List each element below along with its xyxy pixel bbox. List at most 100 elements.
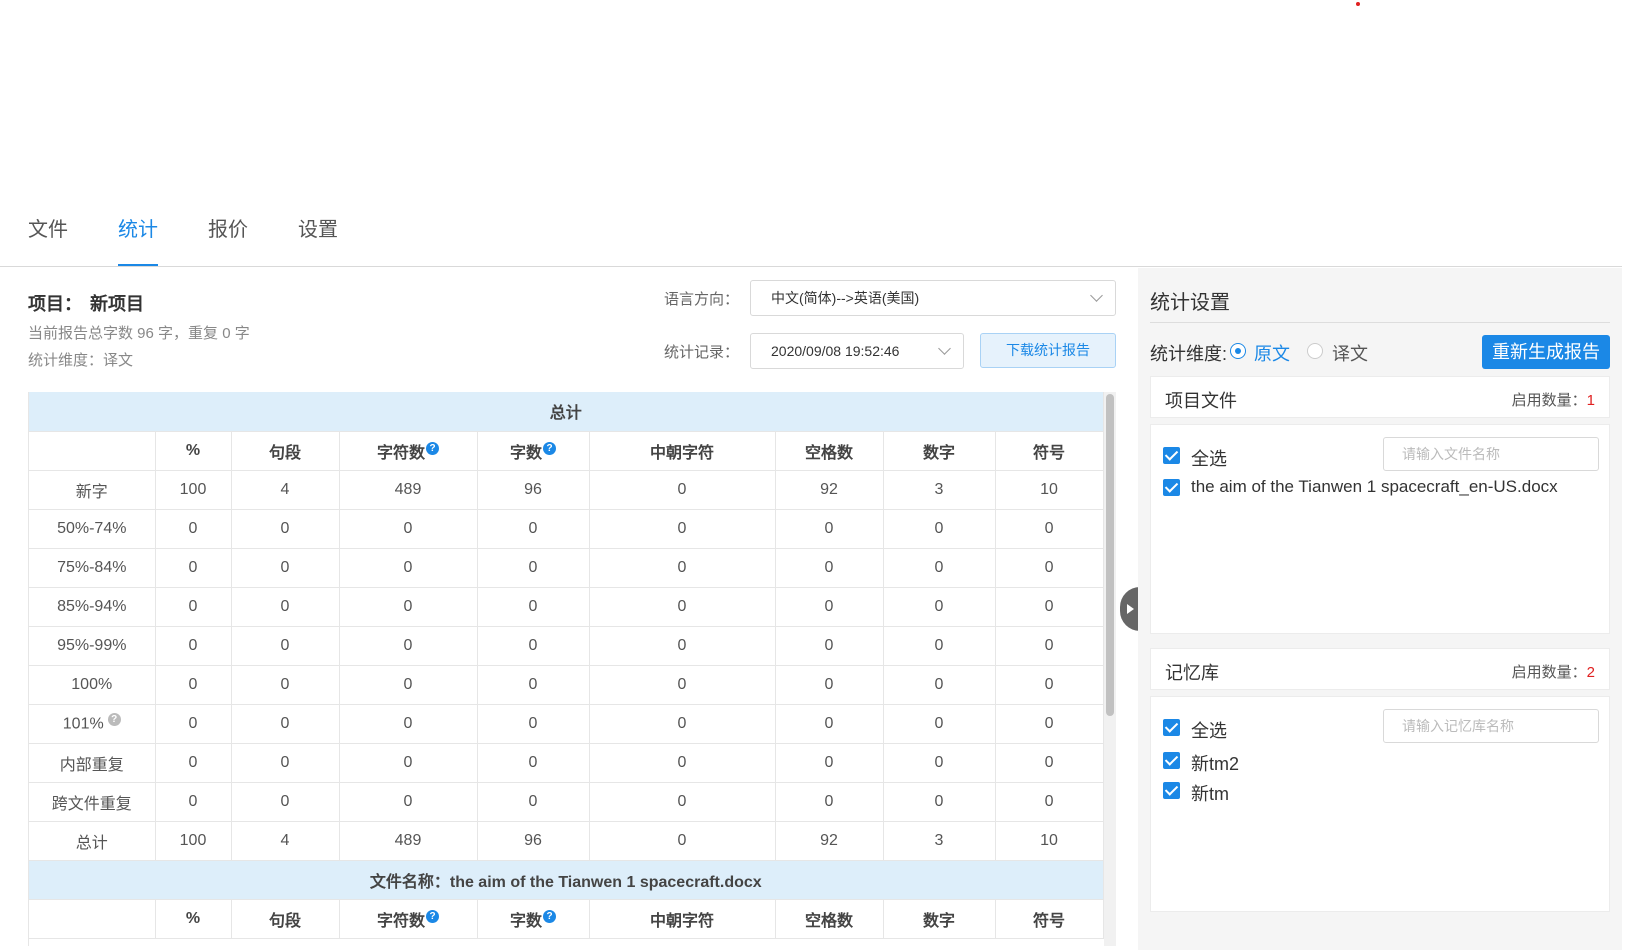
cell-value: 100 [179, 480, 207, 498]
table-row: 100% 0 0 0 0 0 0 0 0 [29, 665, 1104, 705]
tab-files[interactable]: 文件 [28, 210, 68, 268]
report-dimension: 统计维度：译文 [28, 352, 134, 369]
radio-target-label[interactable]: 译文 [1332, 340, 1368, 366]
value-cell: 0 [339, 626, 478, 666]
file-checkbox[interactable] [1163, 479, 1180, 496]
cell-value: 0 [824, 714, 834, 732]
value-cell: 0 [775, 587, 884, 627]
file-search-input[interactable]: 请输入文件名称 [1383, 437, 1599, 471]
cell-value: 0 [280, 714, 290, 732]
cell-value: 0 [1044, 558, 1054, 576]
tab-settings[interactable]: 设置 [298, 210, 338, 268]
header-cell-words-label: 字数 [509, 912, 542, 930]
header-cell-chars-label: 字符数 [376, 444, 425, 462]
tm-count: 启用数量：2 [1512, 661, 1595, 682]
tm-checkbox[interactable] [1163, 782, 1180, 799]
cell-value: 0 [1044, 597, 1054, 615]
tm-item-label[interactable]: 新tm2 [1191, 750, 1239, 776]
scrollbar-thumb[interactable] [1106, 394, 1114, 716]
value-cell: 0 [883, 782, 996, 822]
cell-value: 0 [1044, 714, 1054, 732]
row-label: 50%-74% [57, 519, 127, 537]
table-row: 85%-94% 0 0 0 0 0 0 0 0 [29, 587, 1104, 627]
value-cell: 0 [995, 548, 1104, 588]
stat-record-select[interactable]: 2020/09/08 19:52:46 [750, 333, 964, 369]
header-cell: 中朝字符 [589, 431, 776, 471]
radio-source[interactable] [1230, 343, 1246, 359]
header-cell [29, 431, 156, 471]
row-label-cell: 95%-99% [29, 626, 156, 666]
cell-value: 0 [934, 597, 944, 615]
tabs-divider [0, 266, 1622, 267]
value-cell: 0 [339, 509, 478, 549]
header-cell [29, 899, 156, 939]
cell-value: 0 [280, 675, 290, 693]
tm-item-label[interactable]: 新tm [1191, 780, 1229, 806]
value-cell: 0 [477, 704, 590, 744]
file-item-label[interactable]: the aim of the Tianwen 1 spacecraft_en-U… [1191, 477, 1558, 497]
tm-select-all-checkbox[interactable] [1163, 719, 1180, 736]
value-cell: 0 [477, 626, 590, 666]
cell-value: 0 [188, 597, 198, 615]
value-cell: 0 [883, 626, 996, 666]
cell-value: 0 [188, 792, 198, 810]
regenerate-report-button[interactable]: 重新生成报告 [1482, 335, 1610, 369]
value-cell: 0 [589, 704, 776, 744]
value-cell: 0 [883, 548, 996, 588]
help-icon[interactable]: ? [543, 442, 556, 456]
header-cell-chars-label: 字符数 [376, 912, 425, 930]
radio-source-label[interactable]: 原文 [1254, 340, 1290, 366]
cell-value: 0 [677, 792, 687, 810]
cell-value: 0 [280, 753, 290, 771]
value-cell: 0 [477, 665, 590, 705]
value-cell: 0 [775, 782, 884, 822]
project-title: 项目： 新项目 [28, 290, 144, 316]
tm-select-all-label[interactable]: 全选 [1191, 717, 1227, 743]
collapse-panel-arrow-icon[interactable] [1120, 587, 1140, 631]
cell-value: 489 [394, 831, 422, 849]
value-cell: 100 [155, 821, 232, 861]
header-cell-words-label: 字数 [509, 444, 542, 462]
header-cell: 空格数 [775, 899, 884, 939]
cell-value: 0 [403, 792, 413, 810]
cell-value: 3 [934, 480, 944, 498]
tm-search-input[interactable]: 请输入记忆库名称 [1383, 709, 1599, 743]
download-report-button[interactable]: 下载统计报告 [980, 333, 1116, 368]
project-label: 项目： [28, 294, 82, 314]
settings-divider [1150, 322, 1610, 323]
tm-count-value: 2 [1586, 664, 1595, 681]
table-header-row: % 句段 字符数? 字数? 中朝字符 空格数 数字 符号 [29, 431, 1104, 471]
value-cell: 0 [775, 626, 884, 666]
value-cell: 3 [883, 821, 996, 861]
value-cell: 0 [477, 509, 590, 549]
tab-statistics[interactable]: 统计 [118, 210, 158, 268]
red-dot-marker [1356, 2, 1360, 6]
statistics-settings-panel: 统计设置 统计维度: 原文 译文 重新生成报告 项目文件 启用数量：1 全选 请… [1138, 268, 1622, 950]
header-cell: 句段 [231, 431, 340, 471]
files-select-all-label[interactable]: 全选 [1191, 445, 1227, 471]
cell-value: 0 [188, 519, 198, 537]
tm-checkbox[interactable] [1163, 752, 1180, 769]
row-label: 75%-84% [57, 558, 127, 576]
header-cell: 符号 [995, 899, 1104, 939]
value-cell: 0 [339, 587, 478, 627]
cell-value: 0 [824, 597, 834, 615]
tm-list: 全选 请输入记忆库名称 新tm2 新tm [1150, 696, 1610, 912]
value-cell: 10 [995, 821, 1104, 861]
value-cell: 0 [589, 626, 776, 666]
language-direction-select[interactable]: 中文(简体)-->英语(美国) [750, 280, 1116, 316]
help-icon[interactable]: ? [543, 910, 556, 924]
files-select-all-checkbox[interactable] [1163, 447, 1180, 464]
tab-quote[interactable]: 报价 [208, 210, 248, 268]
help-icon[interactable]: ? [107, 713, 121, 727]
chevron-down-icon [1090, 289, 1103, 302]
project-files-title: 项目文件 [1165, 391, 1237, 411]
value-cell: 0 [995, 626, 1104, 666]
table-scrollbar[interactable] [1104, 392, 1116, 946]
radio-target[interactable] [1307, 343, 1323, 359]
cell-value: 0 [677, 636, 687, 654]
help-icon[interactable]: ? [426, 442, 439, 456]
help-icon[interactable]: ? [426, 910, 439, 924]
cell-value: 0 [280, 558, 290, 576]
cell-value: 0 [188, 558, 198, 576]
